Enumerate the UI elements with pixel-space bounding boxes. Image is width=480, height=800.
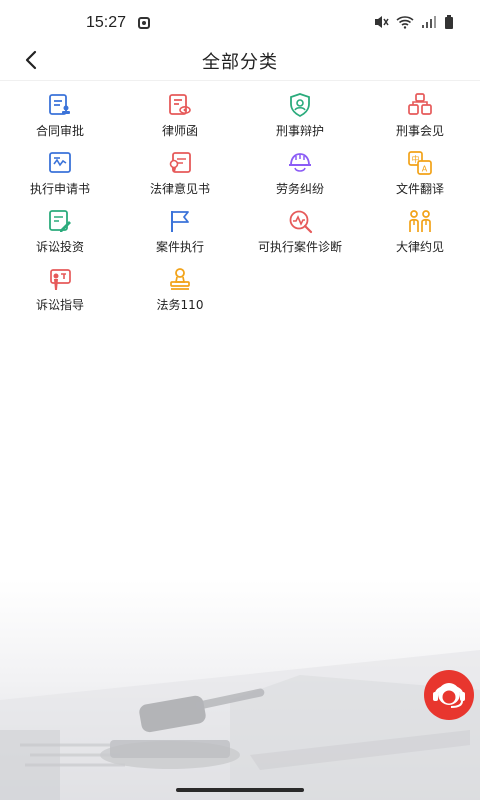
category-item[interactable]: 法律意见书 (120, 146, 240, 204)
status-time: 15:27 (86, 14, 127, 31)
category-label: 诉讼指导 (35, 298, 84, 312)
stamp-icon (170, 268, 190, 290)
mute-icon (375, 16, 389, 28)
category-label: 劳务纠纷 (275, 182, 324, 196)
customer-service-button[interactable] (422, 668, 476, 722)
wifi-icon (396, 16, 414, 29)
status-icons (373, 15, 454, 29)
category-item[interactable]: 案件执行 (120, 204, 240, 262)
category-item[interactable]: 刑事辩护 (240, 88, 360, 146)
meeting-icon (408, 93, 432, 115)
category-item[interactable]: 诉讼投资 (0, 204, 120, 262)
diagnosis-icon (289, 210, 313, 234)
translate-icon: 中 A (408, 151, 432, 175)
application-form-icon (49, 152, 71, 173)
category-item[interactable]: 中 A 文件翻译 (360, 146, 480, 204)
category-label: 刑事会见 (395, 124, 444, 138)
category-item[interactable]: 劳务纠纷 (240, 146, 360, 204)
category-label: 法律意见书 (149, 182, 210, 196)
lawyer-letter-icon (169, 94, 191, 115)
category-item[interactable]: 可执行案件诊断 (240, 204, 360, 262)
category-label: 案件执行 (155, 240, 204, 254)
home-indicator[interactable] (176, 788, 304, 792)
category-label: 合同审批 (35, 124, 84, 138)
category-item[interactable]: 合同审批 (0, 88, 120, 146)
category-item[interactable]: 诉讼指导 (0, 262, 120, 320)
category-item[interactable]: 大律约见 (360, 204, 480, 262)
category-label: 大律约见 (395, 240, 444, 254)
litigation-investment-icon (49, 210, 71, 232)
legal-opinion-icon (169, 152, 191, 173)
battery-icon (445, 15, 453, 29)
category-label: 律师函 (161, 124, 198, 138)
category-item[interactable]: 执行申请书 (0, 146, 120, 204)
category-label: 文件翻译 (395, 182, 444, 196)
svg-text:A: A (422, 165, 428, 174)
category-label: 执行申请书 (29, 182, 90, 196)
app-notification-icon (138, 17, 150, 29)
category-grid: 合同审批 律师函 刑事辩护 刑事会见 执行申请书 法律意见书 劳务纠纷 中 A … (0, 88, 480, 320)
category-item[interactable]: 刑事会见 (360, 88, 480, 146)
nav-header: 全部分类 (0, 40, 480, 81)
guidance-icon (50, 269, 71, 290)
page-title: 全部分类 (202, 52, 278, 73)
category-item[interactable]: 律师函 (120, 88, 240, 146)
two-people-icon (409, 210, 431, 232)
background-gavel-image (0, 580, 480, 800)
shield-user-icon (290, 93, 310, 118)
category-label: 诉讼投资 (35, 240, 84, 254)
category-label: 法务110 (156, 298, 204, 312)
category-label: 刑事辩护 (275, 124, 324, 138)
worker-helmet-icon (289, 153, 311, 172)
contract-approval-icon (49, 94, 70, 115)
category-label: 可执行案件诊断 (257, 240, 342, 254)
svg-text:中: 中 (412, 154, 420, 164)
flag-icon (171, 211, 189, 232)
category-item[interactable]: 法务110 (120, 262, 240, 320)
signal-icon (422, 16, 436, 28)
